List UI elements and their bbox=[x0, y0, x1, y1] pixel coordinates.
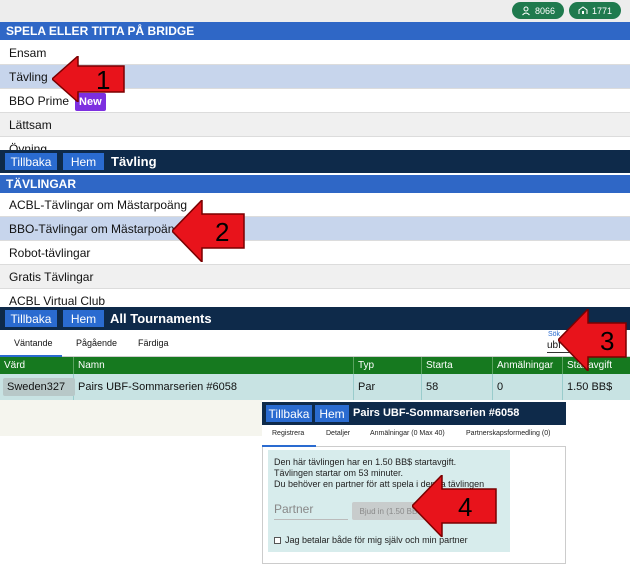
column-header-name[interactable]: Namn bbox=[74, 357, 354, 374]
back-button[interactable]: Tillbaka bbox=[266, 405, 312, 422]
partner-input[interactable]: Partner bbox=[274, 502, 313, 516]
column-header-host[interactable]: Värd bbox=[0, 357, 74, 374]
annotation-arrow-2: 2 bbox=[172, 200, 245, 262]
table-empty-area bbox=[0, 400, 262, 436]
annotation-number-2: 2 bbox=[215, 217, 229, 247]
menu-item-label: Ensam bbox=[9, 46, 47, 60]
section-title-play: SPELA ELLER TITTA PÅ BRIDGE bbox=[0, 22, 630, 40]
cell-type: Par bbox=[354, 374, 422, 400]
online-users-count: 8066 bbox=[534, 5, 556, 16]
menu-item-label: BBO-Tävlingar om Mästarpoäng bbox=[9, 222, 182, 236]
cell-entry-fee: 1.50 BB$ bbox=[567, 381, 613, 393]
top-status-bar: 8066 1771 bbox=[0, 0, 630, 22]
tab-waiting[interactable]: Väntande bbox=[14, 338, 53, 348]
tournaments-panel: TÄVLINGAR ACBL-Tävlingar om Mästarpoäng … bbox=[0, 173, 630, 306]
menu-item-label: Tävling bbox=[9, 70, 48, 84]
home-button[interactable]: Hem bbox=[63, 310, 104, 327]
tab-running[interactable]: Pågående bbox=[76, 338, 117, 348]
menu-item-bbo-masterpoints[interactable]: BBO-Tävlingar om Mästarpoäng bbox=[0, 217, 630, 241]
annotation-arrow-4: 4 bbox=[412, 475, 497, 537]
home-button[interactable]: Hem bbox=[63, 153, 104, 170]
page-title: Tävling bbox=[111, 154, 157, 169]
detail-tabs: Registrera Detaljer Anmälningar (0 Max 4… bbox=[262, 425, 566, 447]
menu-item-lattsam[interactable]: Lättsam bbox=[0, 113, 630, 137]
menu-item-free-tournaments[interactable]: Gratis Tävlingar bbox=[0, 265, 630, 289]
annotation-number-4: 4 bbox=[458, 492, 472, 522]
detail-nav-bar: Tillbaka Hem Pairs UBF-Sommarserien #605… bbox=[262, 402, 566, 425]
tables-counter[interactable]: 1771 bbox=[569, 2, 621, 19]
menu-item-label: Gratis Tävlingar bbox=[9, 270, 94, 284]
page-title: All Tournaments bbox=[110, 311, 212, 326]
menu-item-acbl-masterpoints[interactable]: ACBL-Tävlingar om Mästarpoäng bbox=[0, 193, 630, 217]
annotation-number-1: 1 bbox=[96, 65, 110, 95]
people-icon bbox=[578, 5, 588, 14]
tab-details[interactable]: Detaljer bbox=[326, 430, 350, 437]
column-header-start[interactable]: Starta bbox=[422, 357, 493, 374]
person-icon bbox=[522, 6, 530, 15]
section-title-tournaments: TÄVLINGAR bbox=[0, 175, 630, 193]
active-tab-indicator bbox=[262, 445, 316, 447]
table-header: Värd Namn Typ Starta Anmälningar Startav… bbox=[0, 357, 630, 374]
column-header-registrations[interactable]: Anmälningar bbox=[493, 357, 563, 374]
annotation-arrow-1: 1 bbox=[52, 56, 125, 102]
cell-name: Pairs UBF-Sommarserien #6058 bbox=[74, 374, 354, 400]
menu-item-robot-tournaments[interactable]: Robot-tävlingar bbox=[0, 241, 630, 265]
cell-registrations: 0 bbox=[493, 374, 563, 400]
pay-for-partner-checkbox[interactable] bbox=[274, 537, 281, 544]
cell-host: Sweden327 bbox=[0, 374, 75, 400]
tab-partnership-desk[interactable]: Partnerskapsformedling (0) bbox=[466, 430, 550, 437]
menu-item-label: ACBL-Tävlingar om Mästarpoäng bbox=[9, 198, 188, 212]
page-title: Pairs UBF-Sommarserien #6058 bbox=[353, 407, 520, 419]
menu-item-label: Lättsam bbox=[9, 118, 52, 132]
annotation-arrow-3: 3 bbox=[558, 309, 627, 371]
table-row[interactable]: Sweden327 Pairs UBF-Sommarserien #6058 P… bbox=[0, 374, 630, 400]
start-time-info: Tävlingen startar om 53 minuter. bbox=[274, 468, 404, 478]
menu-item-label: Robot-tävlingar bbox=[9, 246, 91, 260]
back-button[interactable]: Tillbaka bbox=[5, 310, 57, 327]
entry-fee-info: Den här tävlingen har en 1.50 BB$ starta… bbox=[274, 457, 457, 467]
partner-input-underline bbox=[274, 519, 348, 520]
tab-register[interactable]: Registrera bbox=[272, 430, 304, 437]
back-button[interactable]: Tillbaka bbox=[5, 153, 57, 170]
menu-item-label: ACBL Virtual Club bbox=[9, 294, 106, 306]
all-tournaments-nav-bar: Tillbaka Hem All Tournaments bbox=[0, 307, 630, 330]
tab-registrations[interactable]: Anmälningar (0 Max 40) bbox=[370, 430, 445, 437]
tables-count: 1771 bbox=[591, 5, 613, 16]
host-chip[interactable]: Sweden327 bbox=[3, 378, 75, 396]
menu-item-ovning[interactable]: Övning bbox=[0, 137, 630, 150]
online-users-counter[interactable]: 8066 bbox=[512, 2, 564, 19]
tavling-nav-bar: Tillbaka Hem Tävling bbox=[0, 150, 630, 173]
tab-finished[interactable]: Färdiga bbox=[138, 338, 169, 348]
column-header-type[interactable]: Typ bbox=[354, 357, 422, 374]
home-button[interactable]: Hem bbox=[315, 405, 349, 422]
cell-start: 58 bbox=[422, 374, 493, 400]
menu-item-label: Övning bbox=[9, 142, 48, 150]
menu-item-acbl-virtual-club[interactable]: ACBL Virtual Club bbox=[0, 289, 630, 306]
tournament-tabs: Väntande Pågående Färdiga bbox=[0, 331, 630, 357]
annotation-number-3: 3 bbox=[600, 326, 614, 356]
